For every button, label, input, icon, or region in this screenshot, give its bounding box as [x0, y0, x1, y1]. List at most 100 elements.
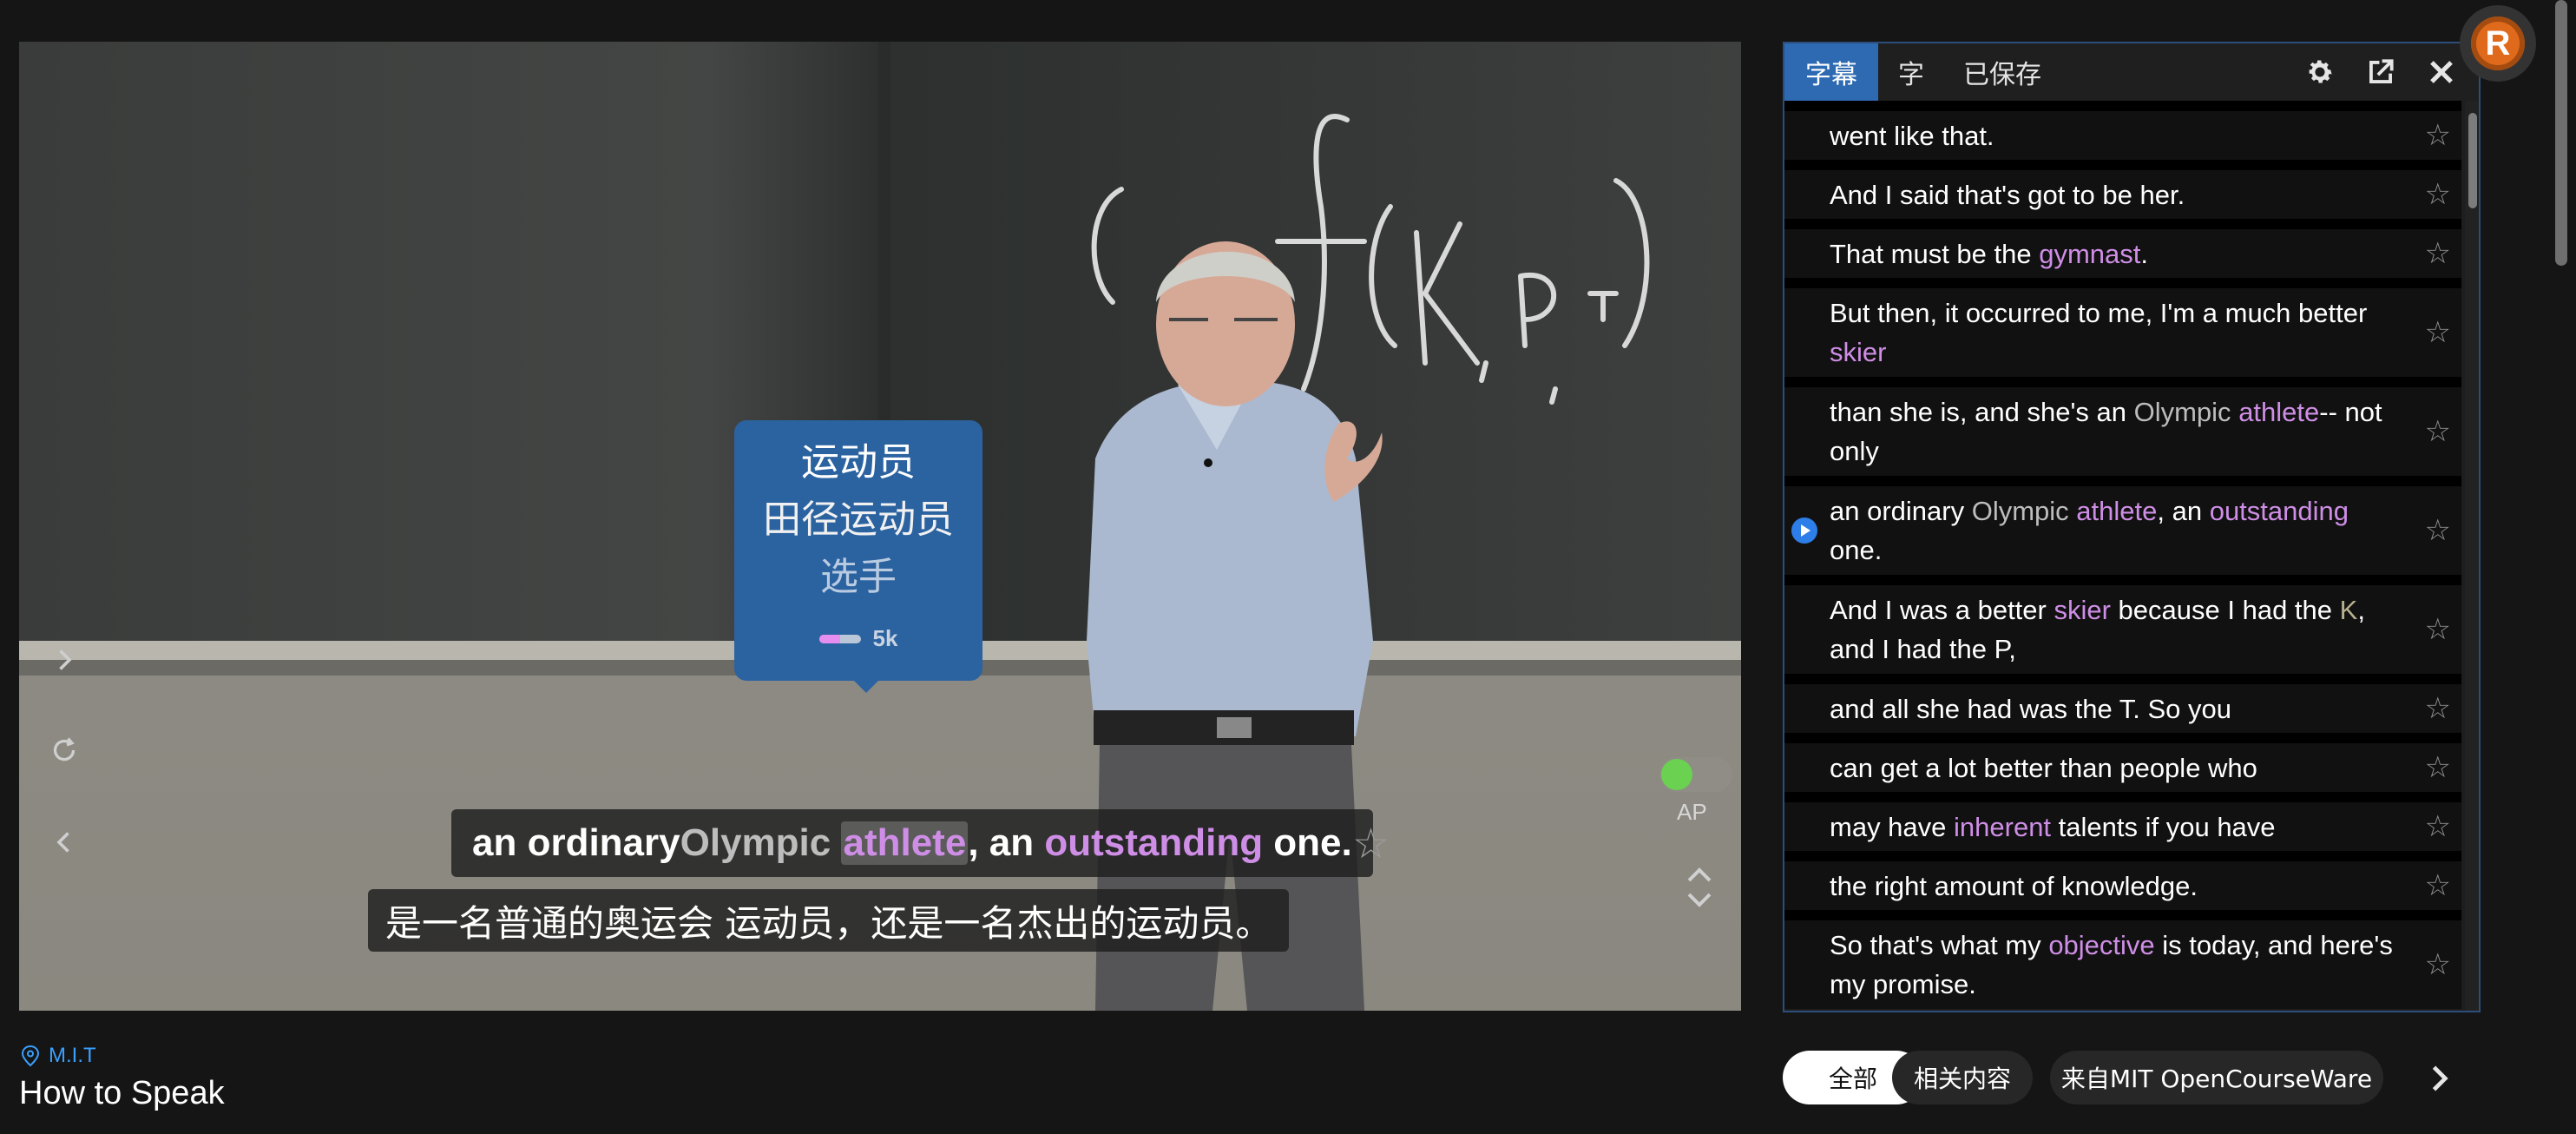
- subtitle-segment: the right amount of knowledge.: [1830, 870, 2198, 901]
- subtitle-row[interactable]: And I said that's got to be her. ☆: [1784, 160, 2461, 219]
- subtitle-segment: And I said that's got to be her.: [1830, 179, 2185, 210]
- autopause-label: AP: [1677, 799, 1707, 825]
- save-subtitle-star-icon[interactable]: ☆: [2425, 750, 2451, 785]
- replay-icon[interactable]: [45, 731, 83, 769]
- tab-saved[interactable]: 已保存: [1955, 43, 2050, 101]
- subtitle-segment: than she is, and she's an: [1830, 397, 2134, 427]
- subtitle-segment: can get a lot better than people who: [1830, 752, 2257, 783]
- subtitle-row[interactable]: That must be the gymnast. ☆: [1784, 219, 2461, 278]
- extension-avatar[interactable]: R: [2460, 5, 2536, 82]
- subtitle-text: And I said that's got to be her.: [1830, 175, 2402, 214]
- caption-word[interactable]: Olympic: [680, 821, 831, 865]
- chips-next-icon[interactable]: [2420, 1059, 2458, 1098]
- subtitle-row[interactable]: than she is, and she's an Olympic athlet…: [1784, 377, 2461, 476]
- toggle-knob: [1661, 759, 1692, 790]
- now-playing-icon: [1791, 518, 1817, 544]
- chip-from-channel[interactable]: 来自MIT OpenCourseWare: [2050, 1051, 2383, 1104]
- subtitle-highlight-word[interactable]: objective: [2048, 930, 2154, 960]
- subtitle-text: can get a lot better than people who: [1830, 748, 2402, 788]
- subtitle-text: And I was a better skier because I had t…: [1830, 590, 2402, 669]
- subtitle-text: That must be the gymnast.: [1830, 234, 2402, 274]
- avatar-letter: R: [2471, 16, 2525, 70]
- export-icon[interactable]: [2361, 52, 2401, 92]
- subtitle-row[interactable]: And I was a better skier because I had t…: [1784, 575, 2461, 674]
- save-subtitle-star-icon[interactable]: ☆: [2425, 236, 2451, 271]
- subtitle-highlight-word[interactable]: inherent: [1954, 812, 2051, 842]
- save-subtitle-star-icon[interactable]: ☆: [2425, 809, 2451, 844]
- save-subtitle-star-icon[interactable]: ☆: [2425, 315, 2451, 350]
- caption-space: [831, 821, 841, 865]
- subtitle-segment: [2231, 397, 2239, 427]
- frequency-bar: [818, 634, 861, 643]
- save-subtitle-star-icon[interactable]: ☆: [2425, 691, 2451, 726]
- tab-subtitles[interactable]: 字幕: [1784, 43, 1878, 101]
- caption-word[interactable]: outstanding: [1044, 821, 1263, 865]
- subtitle-segment: That must be the: [1830, 238, 2040, 269]
- subtitle-highlight-word[interactable]: gymnast: [2039, 239, 2140, 269]
- subtitle-highlight-word[interactable]: athlete: [2238, 397, 2319, 427]
- definition-secondary: 田径运动员: [763, 498, 954, 542]
- page-scrollbar-thumb[interactable]: [2555, 0, 2567, 266]
- close-icon[interactable]: [2422, 52, 2461, 92]
- caption-word[interactable]: one.: [1263, 821, 1351, 865]
- next-arrow-icon[interactable]: [45, 641, 83, 679]
- word-definition-popup[interactable]: 运动员 田径运动员 选手 5k: [734, 420, 982, 681]
- subtitle-text: went like that.: [1830, 116, 2402, 155]
- subtitle-segment: , an: [2157, 496, 2210, 526]
- panel-scrollbar[interactable]: [2465, 101, 2479, 1011]
- subtitle-highlight-word[interactable]: Olympic: [1972, 496, 2069, 526]
- subtitle-row[interactable]: But then, it occurred to me, I'm a much …: [1784, 278, 2461, 377]
- subtitle-segment: talents if you have: [2051, 811, 2276, 842]
- channel-row[interactable]: M.I.T: [21, 1044, 96, 1068]
- panel-scrollbar-thumb[interactable]: [2468, 113, 2477, 208]
- settings-gear-icon[interactable]: [2300, 52, 2340, 92]
- chip-related[interactable]: 相关内容: [1892, 1051, 2033, 1104]
- save-caption-star-icon[interactable]: ☆: [1352, 820, 1390, 868]
- subtitle-highlight-word[interactable]: skier: [2054, 595, 2110, 625]
- popup-pointer: [851, 677, 882, 693]
- save-subtitle-star-icon[interactable]: ☆: [2425, 118, 2451, 153]
- subtitle-text: So that's what my objective is today, an…: [1830, 926, 2402, 1004]
- save-subtitle-star-icon[interactable]: ☆: [2425, 513, 2451, 548]
- subtitle-highlight-word[interactable]: athlete: [2076, 496, 2157, 526]
- expand-collapse-icon[interactable]: [1682, 863, 1717, 912]
- subtitle-row[interactable]: went like that. ☆: [1784, 101, 2461, 160]
- subtitle-row[interactable]: and all she had was the T. So you ☆: [1784, 674, 2461, 733]
- tab-words[interactable]: 字: [1878, 43, 1944, 101]
- subtitle-row[interactable]: can get a lot better than people who ☆: [1784, 733, 2461, 792]
- subtitle-text: the right amount of knowledge.: [1830, 867, 2402, 906]
- subtitle-highlight-word[interactable]: Olympic: [2134, 397, 2231, 427]
- caption-word[interactable]: , an: [968, 821, 1044, 865]
- panel-tabs: 字幕 字 已保存: [1784, 43, 2479, 101]
- subtitle-text: But then, it occurred to me, I'm a much …: [1830, 293, 2402, 372]
- definition-primary: 运动员: [801, 440, 916, 485]
- subtitle-row[interactable]: So that's what my objective is today, an…: [1784, 910, 2461, 1009]
- subtitle-text: and all she had was the T. So you: [1830, 689, 2402, 729]
- subtitle-row[interactable]: may have inherent talents if you have ☆: [1784, 792, 2461, 851]
- autopause-toggle[interactable]: [1659, 757, 1732, 792]
- subtitle-panel: 字幕 字 已保存 went like that. ☆ And I said that…: [1783, 42, 2481, 1012]
- word-frequency: 5k: [734, 625, 982, 652]
- previous-arrow-icon[interactable]: [45, 823, 83, 861]
- subtitle-row[interactable]: the right amount of knowledge. ☆: [1784, 851, 2461, 910]
- subtitle-segment: and all she had was the T. So you: [1830, 693, 2232, 724]
- subtitle-text: than she is, and she's an Olympic athlet…: [1830, 392, 2402, 471]
- subtitle-highlight-word[interactable]: skier: [1830, 337, 1886, 367]
- save-subtitle-star-icon[interactable]: ☆: [2425, 177, 2451, 212]
- save-subtitle-star-icon[interactable]: ☆: [2425, 868, 2451, 903]
- chinese-subtitle: 是一名普通的奥运会 运动员，还是一名杰出的运动员。: [368, 889, 1290, 952]
- save-subtitle-star-icon[interactable]: ☆: [2425, 414, 2451, 449]
- save-subtitle-star-icon[interactable]: ☆: [2425, 947, 2451, 982]
- subtitle-segment: an ordinary: [1830, 496, 1972, 526]
- caption-word-selected[interactable]: athlete: [841, 821, 969, 865]
- subtitle-highlight-word[interactable]: K: [2340, 595, 2358, 625]
- lecturer: [1087, 241, 1383, 1011]
- subtitle-highlight-word[interactable]: outstanding: [2210, 496, 2349, 526]
- subtitle-segment: .: [2140, 238, 2149, 269]
- caption-word[interactable]: an ordinary: [472, 821, 680, 865]
- channel-name[interactable]: M.I.T: [49, 1044, 96, 1068]
- save-subtitle-star-icon[interactable]: ☆: [2425, 612, 2451, 647]
- subtitle-row-active[interactable]: an ordinary Olympic athlete, an outstand…: [1784, 476, 2461, 575]
- subtitle-segment: one.: [1830, 535, 1883, 565]
- subtitle-segment: And I was a better: [1830, 595, 2054, 625]
